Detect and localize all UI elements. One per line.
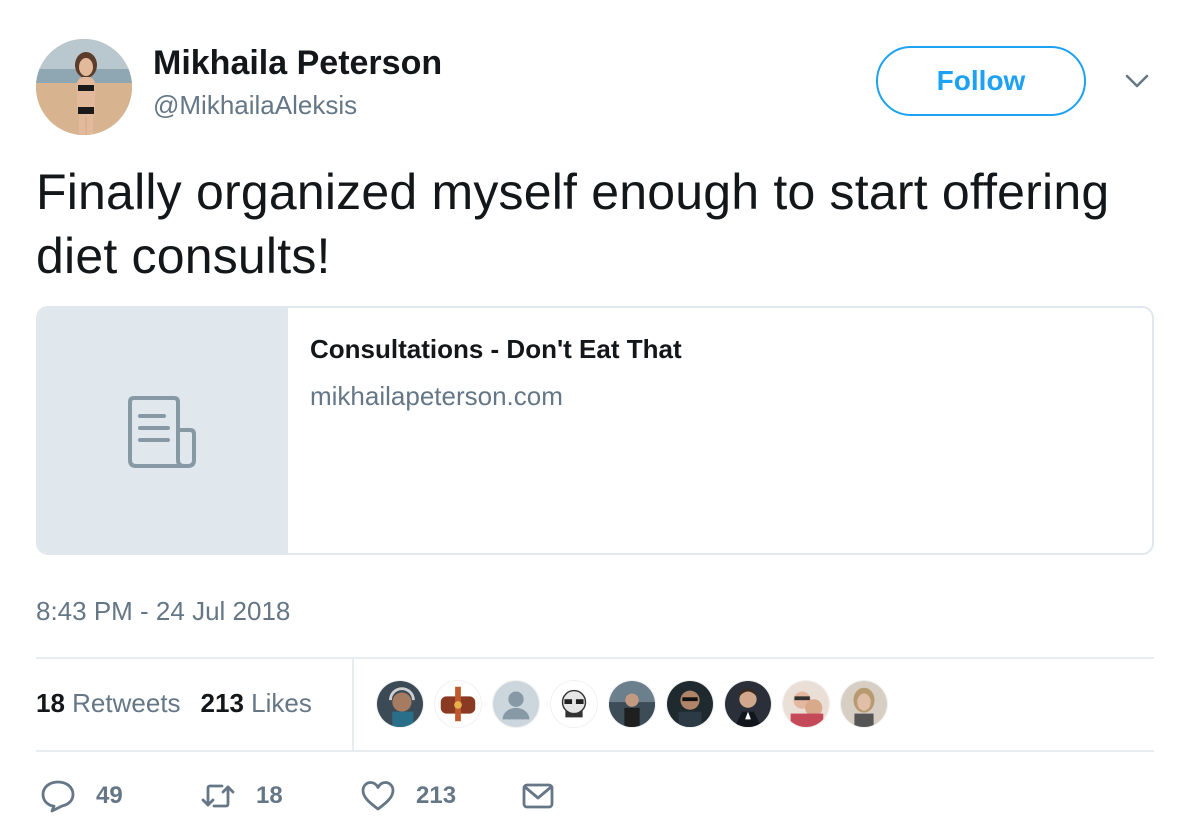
envelope-icon [522,783,554,809]
reply-button[interactable]: 49 [40,779,200,813]
retweet-icon [201,784,235,808]
liker-avatar[interactable] [376,680,424,728]
likers-avatars [376,680,888,728]
tweet-text: Finally organized myself enough to start… [36,164,1110,284]
liker-avatar[interactable] [724,680,772,728]
reply-icon [41,780,75,813]
retweets-stat[interactable]: 18 Retweets [36,688,181,719]
liker-avatar[interactable] [840,680,888,728]
retweets-count: 18 [36,688,65,718]
author-avatar[interactable] [36,39,132,135]
liker-avatar[interactable] [550,680,598,728]
author-name[interactable]: Mikhaila Peterson [153,44,442,83]
liker-avatar[interactable] [782,680,830,728]
likes-label: Likes [251,688,312,718]
follow-button[interactable]: Follow [876,46,1086,116]
retweets-label: Retweets [72,688,181,718]
like-button[interactable]: 213 [360,779,520,813]
divider [36,657,1154,659]
reply-count: 49 [96,782,123,809]
likes-stat[interactable]: 213 Likes [201,688,312,719]
liker-avatar[interactable] [492,680,540,728]
engagement-stats: 18 Retweets 213 Likes [36,688,312,719]
retweet-button[interactable]: 18 [200,779,360,813]
direct-message-button[interactable] [520,779,556,813]
liker-avatar[interactable] [434,680,482,728]
chevron-down-icon[interactable] [1123,70,1151,92]
card-thumbnail [38,308,288,553]
liker-avatar[interactable] [608,680,656,728]
card-domain: mikhailapeterson.com [310,381,563,411]
action-bar: 49 18 213 [40,779,556,813]
liker-avatar[interactable] [666,680,714,728]
like-count: 213 [416,782,457,809]
tweet-timestamp[interactable]: 8:43 PM - 24 Jul 2018 [36,596,290,627]
document-icon [128,396,196,468]
retweet-count: 18 [256,782,283,809]
link-card[interactable]: Consultations - Don't Eat That mikhailap… [36,306,1154,555]
divider [352,659,354,750]
author-handle[interactable]: @MikhailaAleksis [153,90,357,121]
heart-icon [361,781,395,811]
likes-count: 213 [200,688,244,718]
divider [36,750,1154,752]
card-title: Consultations - Don't Eat That [310,334,682,364]
